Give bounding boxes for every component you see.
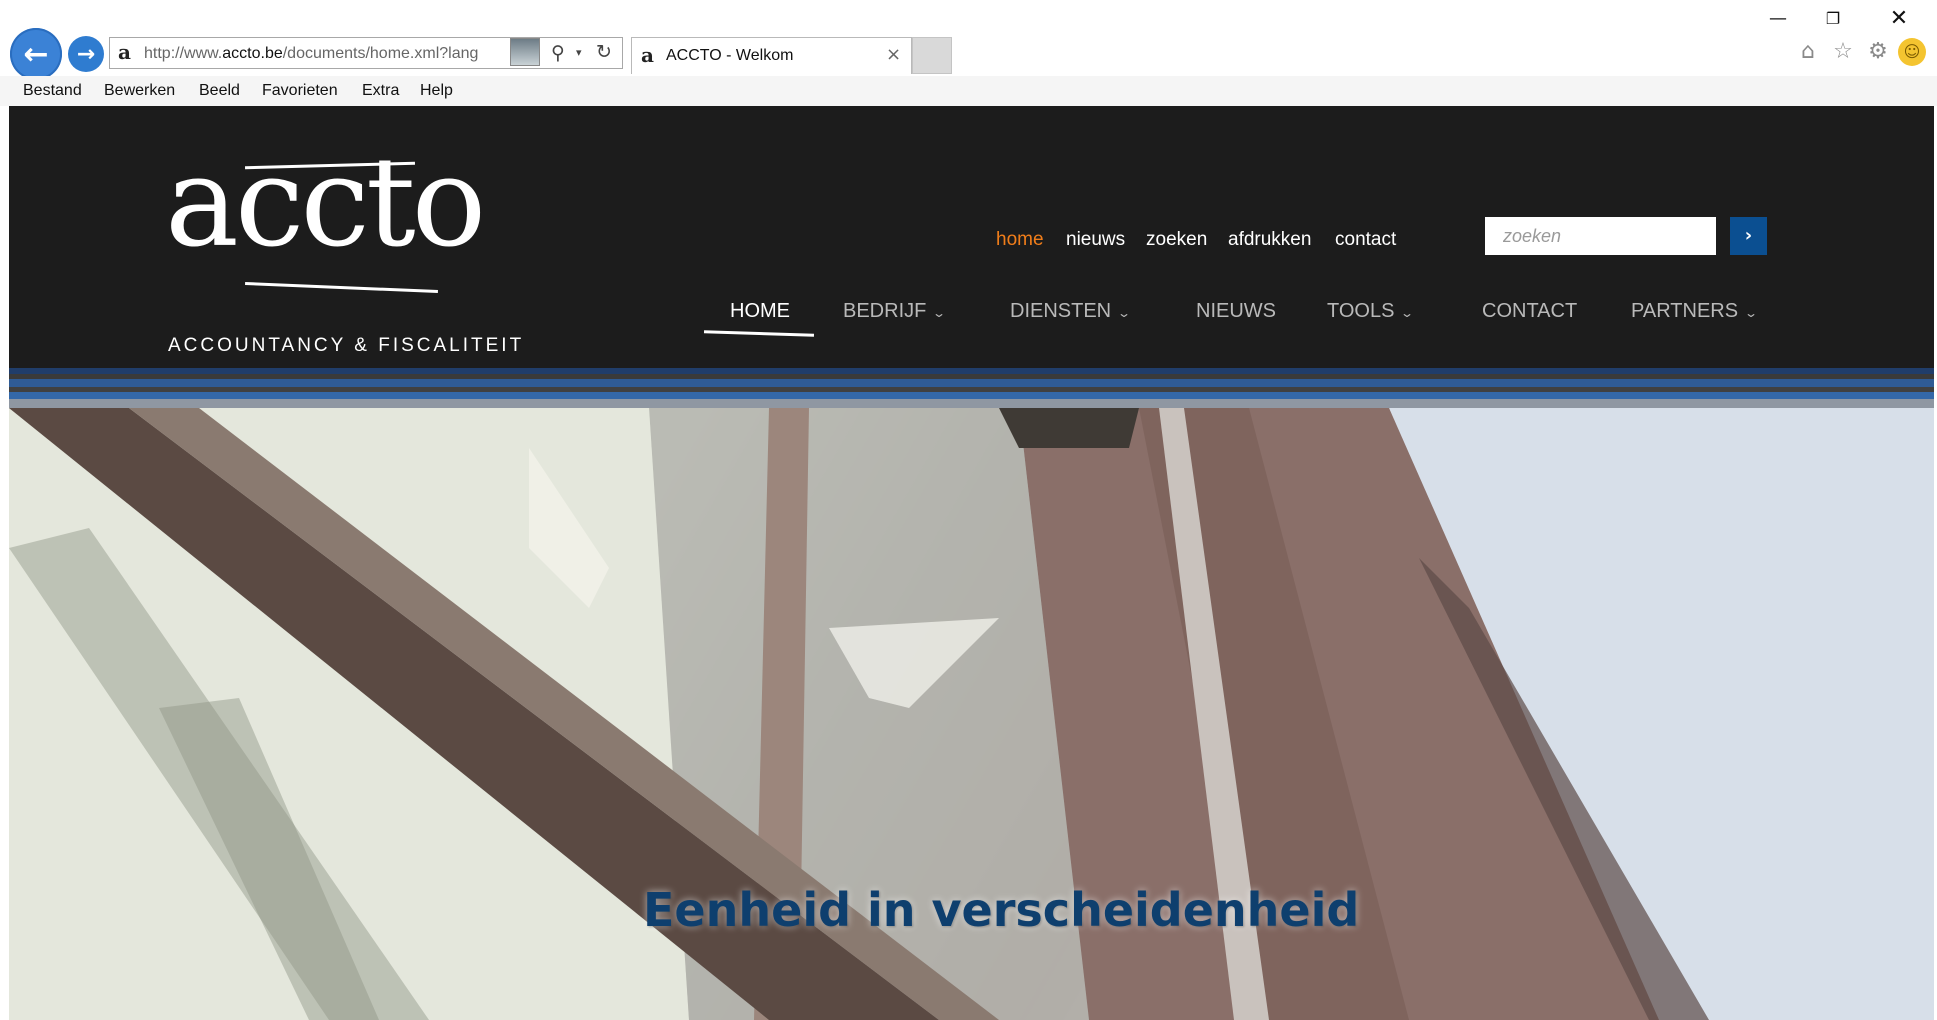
tab-close-icon[interactable]: × [886, 44, 904, 66]
site-favicon-icon: a [118, 40, 131, 64]
main-nav-contact[interactable]: CONTACT [1482, 297, 1577, 325]
main-nav-label: TOOLS [1327, 300, 1395, 322]
menu-item-beeld[interactable]: Beeld [199, 80, 240, 102]
top-link-nieuws[interactable]: nieuws [1066, 227, 1125, 253]
refresh-icon[interactable]: ↻ [596, 41, 618, 63]
site-logo[interactable]: accto [165, 128, 525, 278]
main-nav-label: CONTACT [1482, 300, 1578, 322]
favorites-star-icon[interactable]: ☆ [1829, 38, 1857, 66]
header-stripe [9, 399, 1934, 408]
main-nav-label: PARTNERS [1631, 300, 1739, 322]
chevron-down-icon: ⌄ [1400, 306, 1415, 320]
menu-item-favorieten[interactable]: Favorieten [262, 80, 338, 102]
chevron-down-icon: ⌄ [932, 306, 947, 320]
main-nav-label: NIEUWS [1196, 300, 1276, 322]
main-nav-label: BEDRIJF [843, 300, 927, 322]
url-domain: accto.be [222, 45, 283, 62]
feedback-smiley-icon[interactable]: ☺ [1898, 38, 1926, 66]
site-search-button[interactable]: › [1730, 217, 1767, 255]
main-nav-partners[interactable]: PARTNERS ⌄ [1631, 297, 1759, 325]
chevron-right-icon: › [1744, 225, 1753, 246]
close-icon[interactable]: ✕ [1882, 4, 1916, 34]
minimize-icon[interactable]: — [1763, 4, 1793, 34]
main-nav-bedrijf[interactable]: BEDRIJF ⌄ [843, 297, 947, 325]
main-nav-diensten[interactable]: DIENSTEN ⌄ [1010, 297, 1132, 325]
restore-icon[interactable]: ❐ [1818, 4, 1848, 34]
top-link-afdrukken[interactable]: afdrukken [1228, 227, 1311, 253]
menu-item-bewerken[interactable]: Bewerken [104, 80, 175, 102]
address-url[interactable]: http://www.accto.be/documents/home.xml?l… [144, 44, 510, 64]
forward-button[interactable]: → [68, 36, 104, 72]
main-nav-label: DIENSTEN [1010, 300, 1112, 322]
arrow-left-icon: ← [23, 36, 49, 72]
gear-icon[interactable]: ⚙ [1864, 38, 1892, 66]
main-nav-nieuws[interactable]: NIEUWS [1196, 297, 1276, 325]
chevron-down-icon: ⌄ [1744, 306, 1759, 320]
search-icon[interactable]: ⚲ [551, 42, 573, 64]
main-nav-label: HOME [730, 300, 790, 322]
chevron-down-icon[interactable]: ▾ [576, 44, 590, 62]
site-search-input[interactable] [1485, 217, 1716, 255]
top-link-contact[interactable]: contact [1335, 227, 1396, 253]
hero-title: Eenheid in verscheidenheid [643, 883, 1360, 937]
url-path: /documents/home.xml?lang [282, 45, 479, 62]
logo-tagline: ACCOUNTANCY & FISCALITEIT [168, 335, 525, 356]
page-thumbnail-icon[interactable] [510, 38, 540, 66]
url-prefix: http://www. [144, 45, 223, 62]
header-stripe [9, 379, 1934, 387]
tab-favicon-icon: a [641, 43, 654, 67]
main-nav-home[interactable]: HOME [730, 297, 790, 325]
top-link-home[interactable]: home [996, 227, 1044, 253]
tab-title[interactable]: ACCTO - Welkom [666, 46, 886, 66]
chevron-down-icon: ⌄ [1117, 306, 1132, 320]
header-stripe [9, 392, 1934, 399]
main-nav-tools[interactable]: TOOLS ⌄ [1327, 297, 1415, 325]
menu-item-help[interactable]: Help [420, 80, 453, 102]
menu-item-extra[interactable]: Extra [362, 80, 399, 102]
back-button[interactable]: ← [10, 28, 62, 80]
top-link-zoeken[interactable]: zoeken [1146, 227, 1207, 253]
menu-item-bestand[interactable]: Bestand [23, 80, 82, 102]
new-tab-button[interactable] [912, 37, 952, 74]
arrow-right-icon: → [76, 41, 96, 67]
home-icon[interactable]: ⌂ [1794, 38, 1822, 66]
